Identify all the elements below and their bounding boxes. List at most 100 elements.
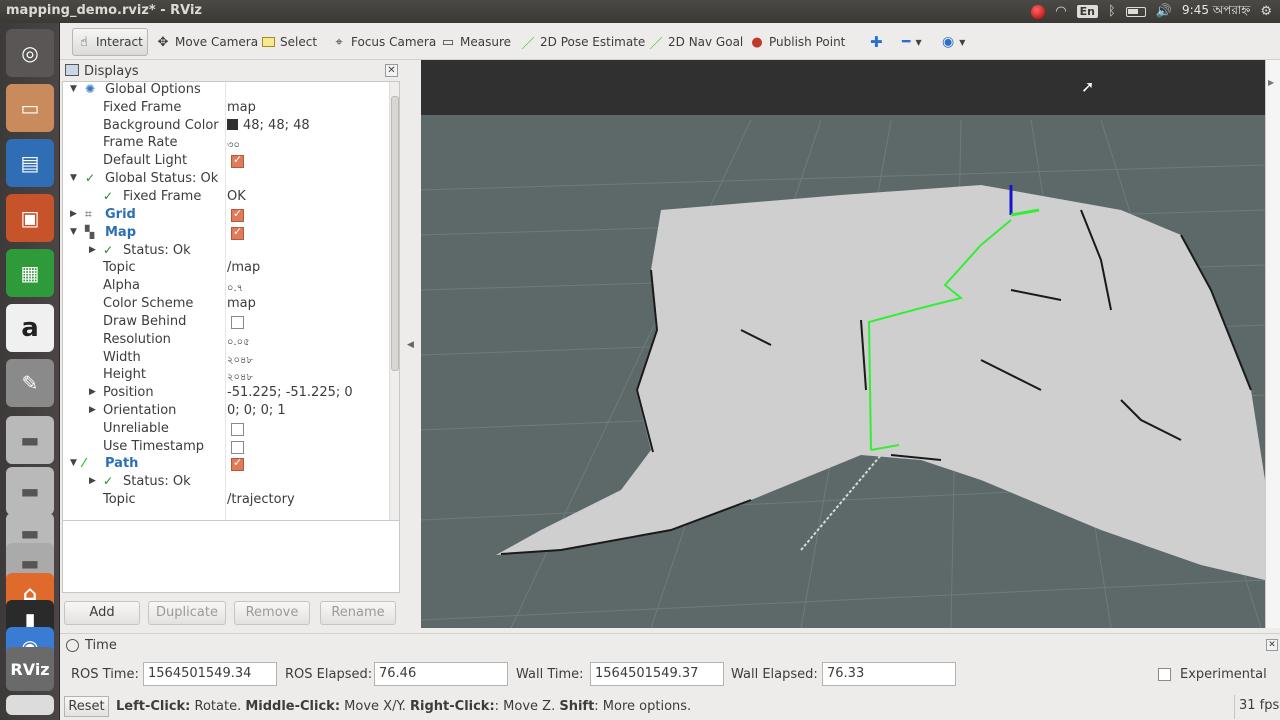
default-light-checkbox[interactable]: [231, 153, 244, 168]
ubuntu-dash-icon[interactable]: ◎: [6, 29, 54, 77]
tree-row-height[interactable]: Height ২০৪৮: [63, 367, 389, 385]
record-indicator-icon[interactable]: [1031, 4, 1046, 19]
scrollbar-thumb[interactable]: [391, 96, 399, 371]
color-swatch[interactable]: [227, 119, 238, 130]
expand-arrow-icon[interactable]: ▶: [89, 476, 99, 486]
tree-row-alpha[interactable]: Alpha ০.৭: [63, 278, 389, 296]
tree-row-background-color[interactable]: Background Color 48; 48; 48: [63, 118, 389, 136]
select-tool-button[interactable]: Select: [258, 28, 321, 56]
2d-pose-estimate-tool-button[interactable]: ／ 2D Pose Estimate: [517, 28, 649, 56]
add-display-button[interactable]: Add: [64, 601, 140, 625]
draw-behind-checkbox[interactable]: [231, 316, 244, 329]
power-gear-icon[interactable]: ⚙: [1260, 4, 1272, 19]
use-timestamp-checkbox[interactable]: [231, 441, 244, 454]
collapse-arrow-icon[interactable]: ▼: [70, 458, 80, 468]
reset-button[interactable]: Reset: [64, 696, 109, 717]
map-checkbox[interactable]: [231, 225, 244, 240]
system-settings-icon[interactable]: ✎: [6, 359, 54, 407]
ros-time-field[interactable]: 1564501549.34: [143, 662, 277, 686]
tree-row-width[interactable]: Width ২০৪৮: [63, 350, 389, 368]
writer-icon[interactable]: ▤: [6, 139, 54, 187]
close-icon[interactable]: ✕: [385, 64, 398, 77]
wall-elapsed-field[interactable]: 76.33: [822, 662, 956, 686]
rename-display-button[interactable]: Rename: [320, 601, 396, 625]
tree-row-grid[interactable]: ▶ ⌗ Grid: [63, 207, 389, 225]
hint-text: Move X/Y.: [340, 699, 411, 714]
expand-arrow-icon[interactable]: ▶: [89, 387, 99, 397]
row-value[interactable]: 0; 0; 0; 1: [227, 403, 286, 418]
row-value[interactable]: -51.225; -51.225; 0: [227, 385, 353, 400]
green-arrow-icon: ／: [649, 36, 663, 52]
row-value[interactable]: /map: [227, 260, 260, 275]
tree-row-path[interactable]: ▼ ⁄ Path: [63, 456, 389, 474]
trash-icon[interactable]: [6, 695, 54, 715]
collapse-arrow-icon[interactable]: ▼: [70, 173, 80, 183]
2d-nav-goal-tool-button[interactable]: ／ 2D Nav Goal: [645, 28, 747, 56]
tree-row-color-scheme[interactable]: Color Scheme map: [63, 296, 389, 314]
tree-row-map-status[interactable]: ▶ ✓ Status: Ok: [63, 243, 389, 261]
tree-row-global-options[interactable]: ▼ ✺ Global Options: [63, 82, 389, 100]
clock[interactable]: 9:45 অপরাহ্ন: [1182, 2, 1250, 22]
tree-row-unreliable[interactable]: Unreliable: [63, 421, 389, 439]
hint-key: Right-Click:: [410, 699, 495, 714]
panels-menu-button[interactable]: ◉ ▼: [938, 28, 969, 56]
tree-row-position[interactable]: ▶ Position -51.225; -51.225; 0: [63, 385, 389, 403]
mouse-hint-text: Left-Click: Rotate. Middle-Click: Move X…: [116, 699, 691, 714]
duplicate-display-button[interactable]: Duplicate: [148, 601, 226, 625]
expand-arrow-icon[interactable]: ▶: [89, 405, 99, 415]
move-camera-tool-button[interactable]: ✥ Move Camera: [152, 28, 262, 56]
tree-row-path-topic[interactable]: Topic /trajectory: [63, 492, 389, 510]
focus-camera-tool-button[interactable]: ⌖ Focus Camera: [328, 28, 440, 56]
tree-row-resolution[interactable]: Resolution ০.০৫: [63, 332, 389, 350]
measure-tool-button[interactable]: ▭ Measure: [437, 28, 515, 56]
tree-row-map[interactable]: ▼ ▚ Map: [63, 225, 389, 243]
right-arrow-icon[interactable]: ▶: [1268, 78, 1274, 87]
impress-icon[interactable]: ▣: [6, 194, 54, 242]
interact-tool-button[interactable]: ☝ Interact: [72, 28, 148, 56]
wall-elapsed-label: Wall Elapsed:: [731, 667, 818, 682]
tree-scrollbar[interactable]: [389, 82, 399, 575]
disk-icon[interactable]: ▬: [6, 467, 54, 515]
tree-row-path-status[interactable]: ▶ ✓ Status: Ok: [63, 474, 389, 492]
expand-arrow-icon[interactable]: ▶: [89, 245, 99, 255]
tree-row-global-status[interactable]: ▼ ✓ Global Status: Ok: [63, 171, 389, 189]
tree-row-orientation[interactable]: ▶ Orientation 0; 0; 0; 1: [63, 403, 389, 421]
collapse-arrow-icon[interactable]: ▼: [70, 227, 80, 237]
volume-icon[interactable]: 🔊: [1156, 4, 1172, 19]
ros-elapsed-field[interactable]: 76.46: [374, 662, 508, 686]
row-value[interactable]: map: [227, 296, 256, 311]
row-value[interactable]: map: [227, 100, 256, 115]
wifi-icon[interactable]: ◠: [1055, 4, 1066, 19]
close-icon[interactable]: ✕: [1266, 639, 1278, 651]
row-value[interactable]: 48; 48; 48: [227, 118, 310, 133]
amazon-icon[interactable]: a: [6, 304, 54, 352]
tree-row-frame-rate[interactable]: Frame Rate ৩০: [63, 135, 389, 153]
rviz-launcher-icon[interactable]: RViz: [6, 647, 54, 691]
add-tool-button[interactable]: ✚: [866, 28, 887, 56]
battery-icon[interactable]: [1125, 6, 1146, 17]
remove-tool-button[interactable]: ━ ▼: [898, 28, 926, 56]
tree-row-default-light[interactable]: Default Light: [63, 153, 389, 171]
files-icon[interactable]: ▭: [6, 84, 54, 132]
row-value[interactable]: /trajectory: [227, 492, 295, 507]
grid-checkbox[interactable]: [231, 207, 244, 222]
tree-row-use-timestamp[interactable]: Use Timestamp: [63, 439, 389, 457]
tree-row-topic[interactable]: Topic /map: [63, 260, 389, 278]
remove-display-button[interactable]: Remove: [234, 601, 310, 625]
unreliable-checkbox[interactable]: [231, 423, 244, 436]
calc-icon[interactable]: ▦: [6, 249, 54, 297]
experimental-checkbox[interactable]: [1158, 668, 1171, 681]
publish-point-tool-button[interactable]: ● Publish Point: [746, 28, 849, 56]
disk-icon[interactable]: ▬: [6, 416, 54, 464]
tree-row-draw-behind[interactable]: Draw Behind: [63, 314, 389, 332]
wall-time-field[interactable]: 1564501549.37: [590, 662, 724, 686]
keyboard-layout-indicator[interactable]: En: [1076, 5, 1099, 18]
tree-row-fixed-frame[interactable]: Fixed Frame map: [63, 100, 389, 118]
expand-arrow-icon[interactable]: ▶: [70, 209, 80, 219]
bluetooth-icon[interactable]: ᛒ: [1108, 4, 1116, 19]
panel-splitter-arrow-icon[interactable]: ◀: [407, 340, 414, 350]
tree-row-status-fixed-frame[interactable]: ✓ Fixed Frame OK: [63, 189, 389, 207]
collapse-arrow-icon[interactable]: ▼: [70, 84, 80, 94]
path-checkbox[interactable]: [231, 456, 244, 471]
render-3d-view[interactable]: ➚: [421, 60, 1265, 628]
